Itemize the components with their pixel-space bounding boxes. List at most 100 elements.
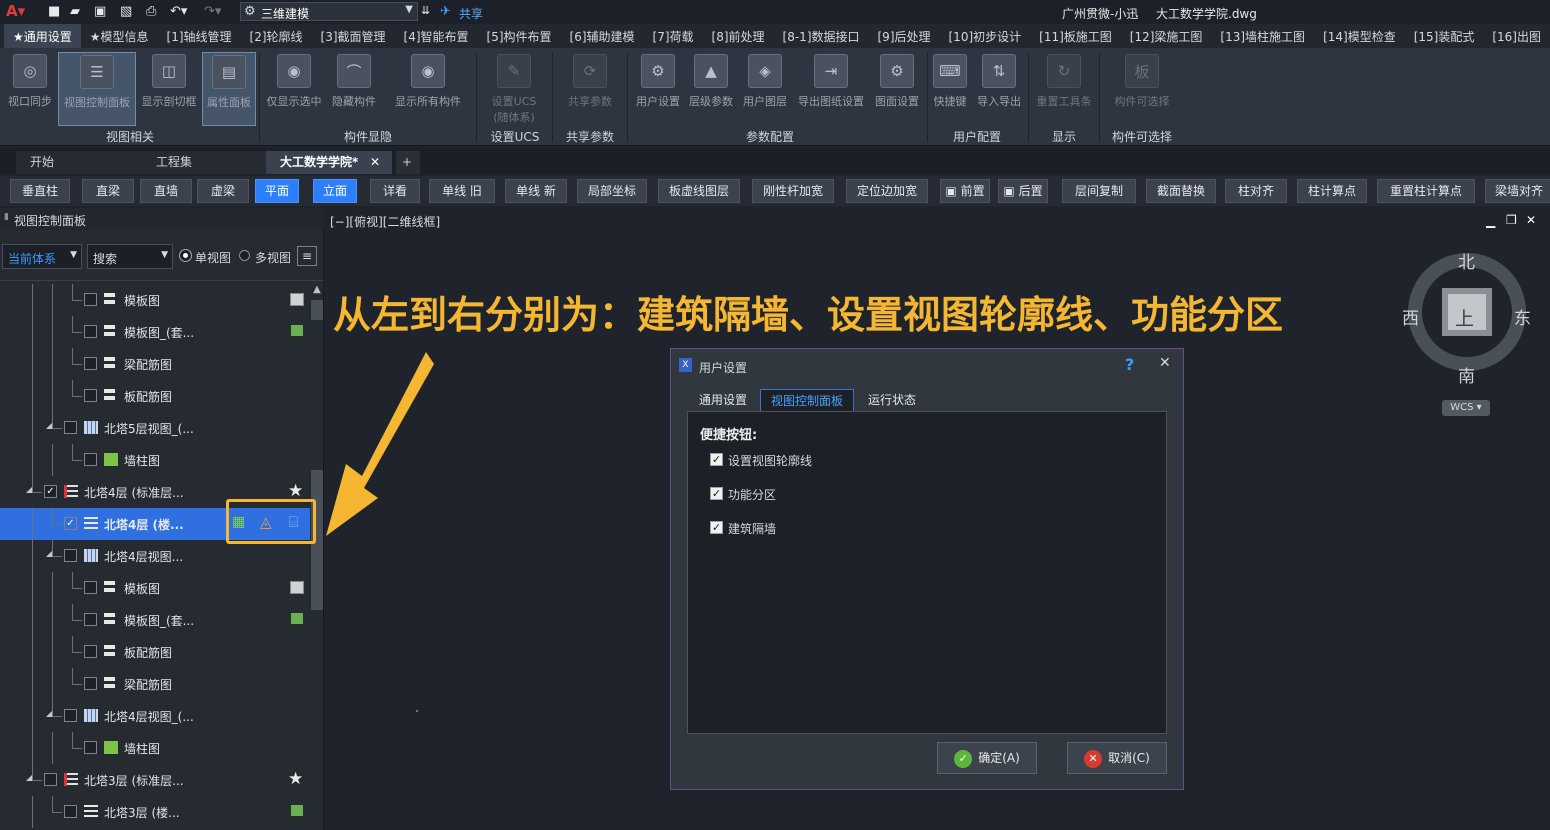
tree-checkbox[interactable] xyxy=(64,805,77,818)
group-label-user-config[interactable]: 用户配置 xyxy=(930,128,1024,144)
expand-toggle-icon[interactable]: ◢ xyxy=(46,709,52,718)
close-icon[interactable]: ✕ xyxy=(370,151,380,173)
tree-checkbox[interactable] xyxy=(84,581,97,594)
tab-general[interactable]: 通用设置 xyxy=(689,389,757,411)
template-icon[interactable] xyxy=(290,293,304,306)
ribbon-tab-14[interactable]: [12]梁施工图 xyxy=(1121,24,1212,48)
customize-icon[interactable]: ⇊ xyxy=(421,4,430,20)
tree-checkbox[interactable] xyxy=(84,645,97,658)
compass-east[interactable]: 东 xyxy=(1514,304,1531,329)
cmd-button-4[interactable]: 平面 xyxy=(255,179,299,203)
tree-checkbox[interactable]: ✓ xyxy=(44,485,57,498)
tab-project-set[interactable]: 工程集 xyxy=(142,151,266,174)
ribbon-tab-7[interactable]: [6]辅助建模 xyxy=(561,24,644,48)
group-label-params[interactable]: 参数配置 xyxy=(700,128,840,144)
tree-checkbox[interactable] xyxy=(64,709,77,722)
option-checkbox-zoning[interactable]: ✓ xyxy=(710,487,723,500)
minimize-icon[interactable]: ▁ xyxy=(1486,214,1495,228)
tree-checkbox[interactable] xyxy=(84,613,97,626)
new-tab-button[interactable]: + xyxy=(396,151,420,174)
redo-icon[interactable]: ↷▾ xyxy=(204,4,221,20)
image-icon[interactable] xyxy=(291,805,303,816)
radio-single-label[interactable]: 单视图 xyxy=(195,249,231,266)
option-outline-label[interactable]: 设置视图轮廓线 xyxy=(728,452,812,469)
print-icon[interactable]: ⎙ xyxy=(146,4,156,20)
scroll-up-icon[interactable]: ▲ xyxy=(310,284,324,298)
tree-checkbox[interactable] xyxy=(44,773,57,786)
shared-params-button[interactable]: ⟳ 共享参数 xyxy=(558,52,622,126)
tree-item[interactable]: 梁配筋图 xyxy=(0,348,310,380)
option-partition-label[interactable]: 建筑隔墙 xyxy=(728,520,776,537)
tree-item[interactable]: ◢ 北塔5层视图_(... xyxy=(0,412,310,444)
undo-icon[interactable]: ↶▾ xyxy=(170,4,187,20)
tab-start[interactable]: 开始 xyxy=(16,151,142,174)
help-icon[interactable]: ? xyxy=(1125,355,1134,374)
cmd-button-17[interactable]: 柱对齐 xyxy=(1225,179,1287,203)
ribbon-tab-9[interactable]: [8]前处理 xyxy=(703,24,774,48)
option-zoning-label[interactable]: 功能分区 xyxy=(728,486,776,503)
radio-multi-view[interactable] xyxy=(239,250,250,261)
system-select[interactable]: 当前体系 ▼ xyxy=(2,244,82,269)
star-icon[interactable]: ★ xyxy=(288,481,303,501)
cmd-button-9[interactable]: 局部坐标 xyxy=(577,179,647,203)
tree-item[interactable]: 模板图 xyxy=(0,284,310,316)
cmd-button-12[interactable]: 定位边加宽 xyxy=(846,179,928,203)
cmd-button-7[interactable]: 单线 旧 xyxy=(429,179,495,203)
cmd-button-0[interactable]: 垂直柱 xyxy=(10,179,70,203)
expand-toggle-icon[interactable]: ◢ xyxy=(46,549,52,558)
tree-item[interactable]: ◢ 北塔4层视图_(... xyxy=(0,700,310,732)
ribbon-tab-11[interactable]: [9]后处理 xyxy=(869,24,940,48)
wcs-menu[interactable]: WCS ▾ xyxy=(1442,400,1490,416)
ribbon-tab-12[interactable]: [10]初步设计 xyxy=(940,24,1031,48)
tree-item[interactable]: 墙柱图 xyxy=(0,732,310,764)
ribbon-tab-2[interactable]: [1]轴线管理 xyxy=(158,24,241,48)
ribbon-tab-17[interactable]: [15]装配式 xyxy=(1405,24,1484,48)
tab-current-document[interactable]: 大工数学学院* ✕ xyxy=(266,151,392,174)
tree-checkbox[interactable] xyxy=(84,293,97,306)
share-label[interactable]: 共享 xyxy=(459,5,483,21)
ribbon-tab-3[interactable]: [2]轮廓线 xyxy=(241,24,312,48)
save-icon[interactable]: ▣ xyxy=(94,4,106,20)
option-checkbox-partition[interactable]: ✓ xyxy=(710,521,723,534)
tree-checkbox[interactable] xyxy=(64,421,77,434)
drawing-settings-button[interactable]: ⚙ 图面设置 xyxy=(871,52,923,126)
close-icon[interactable]: ✕ xyxy=(1526,213,1536,227)
shortcut-keys-button[interactable]: ⌨ 快捷键 xyxy=(930,52,970,126)
cancel-button[interactable]: ✕ 取消(C) xyxy=(1067,742,1167,774)
tree-checkbox[interactable]: ✓ xyxy=(64,517,77,530)
tree-item[interactable]: 板配筋图 xyxy=(0,380,310,412)
import-export-button[interactable]: ⇅ 导入导出 xyxy=(972,52,1026,126)
tree-item[interactable]: 模板图_(套... xyxy=(0,604,310,636)
view-cube-top[interactable]: 上 xyxy=(1455,304,1474,331)
tree-item[interactable]: 墙柱图 xyxy=(0,444,310,476)
tree-checkbox[interactable] xyxy=(84,325,97,338)
cmd-button-15[interactable]: 层间复制 xyxy=(1062,179,1136,203)
open-folder-icon[interactable]: ▰ xyxy=(70,4,80,20)
show-section-box-button[interactable]: ◫ 显示剖切框 xyxy=(137,52,201,126)
reset-toolbar-button[interactable]: ↻ 重置工具条 xyxy=(1032,52,1096,126)
view-control-panel-button[interactable]: ☰ 视图控制面板 xyxy=(58,52,136,126)
compass-north[interactable]: 北 xyxy=(1458,248,1475,273)
tree-checkbox[interactable] xyxy=(84,389,97,402)
new-file-icon[interactable]: ■ xyxy=(48,4,60,20)
user-settings-button[interactable]: ⚙ 用户设置 xyxy=(632,52,684,126)
tab-runtime[interactable]: 运行状态 xyxy=(858,389,926,411)
tree-checkbox[interactable] xyxy=(84,357,97,370)
ribbon-tab-13[interactable]: [11]板施工图 xyxy=(1030,24,1121,48)
ribbon-tab-10[interactable]: [8-1]数据接口 xyxy=(774,24,869,48)
ribbon-tab-5[interactable]: [4]智能布置 xyxy=(395,24,478,48)
properties-panel-button[interactable]: ▤ 属性面板 xyxy=(202,52,256,126)
cmd-button-11[interactable]: 刚性杆加宽 xyxy=(752,179,834,203)
image-icon[interactable] xyxy=(291,613,303,624)
user-layers-button[interactable]: ◈ 用户图层 xyxy=(739,52,791,126)
pin-icon[interactable]: ▮ xyxy=(4,212,9,222)
tree-item[interactable]: 板配筋图 xyxy=(0,636,310,668)
cmd-button-18[interactable]: 柱计算点 xyxy=(1297,179,1367,203)
ribbon-tab-0[interactable]: ★通用设置 xyxy=(4,24,81,48)
cmd-button-16[interactable]: 截面替换 xyxy=(1146,179,1216,203)
viewport-sync-button[interactable]: ◎ 视口同步 xyxy=(2,52,58,126)
share-icon[interactable]: ✈ xyxy=(440,4,451,20)
ribbon-tab-18[interactable]: [16]出图 xyxy=(1483,24,1550,48)
viewport-label[interactable]: [−][俯视][二维线框] xyxy=(330,213,440,230)
tree-checkbox[interactable] xyxy=(84,677,97,690)
